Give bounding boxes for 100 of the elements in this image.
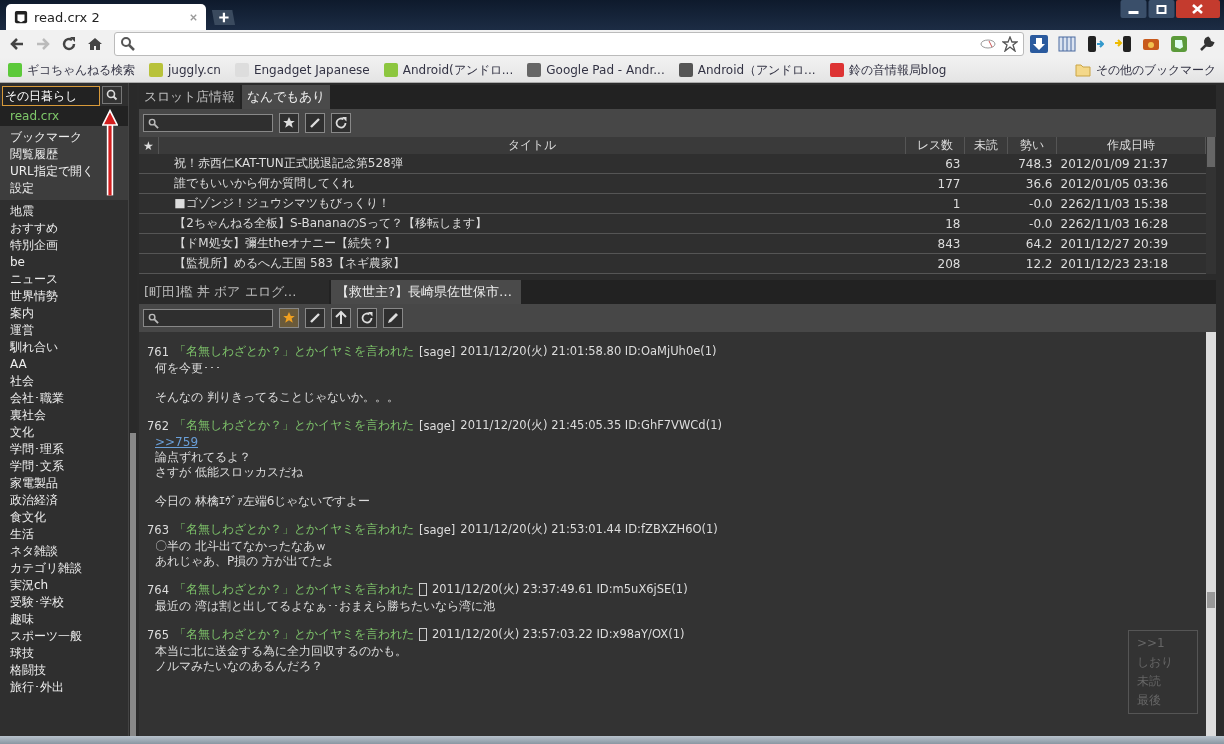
- board-category[interactable]: 旅行･外出: [0, 679, 74, 696]
- table-cell: 64.2: [1025, 236, 1053, 251]
- table-cell: 2011/12/27 20:39: [1060, 236, 1169, 251]
- thread-tab[interactable]: [町田]檻 丼 ボア エログ…: [139, 280, 329, 304]
- board-category[interactable]: 学問･理系: [0, 441, 74, 458]
- phone-icon[interactable]: [1114, 35, 1132, 53]
- board-category[interactable]: 趣味: [0, 611, 44, 628]
- star-button[interactable]: [279, 113, 299, 133]
- board-category[interactable]: 政治経済: [0, 492, 68, 509]
- search-field[interactable]: [143, 309, 273, 327]
- board-category[interactable]: 地震: [0, 203, 44, 220]
- star-button[interactable]: [279, 308, 299, 328]
- column-header[interactable]: ★: [139, 137, 159, 154]
- reload-button[interactable]: [357, 308, 377, 328]
- board-category[interactable]: 社会: [0, 373, 44, 390]
- wrench-icon[interactable]: [1198, 35, 1216, 53]
- board-category[interactable]: 生活: [0, 526, 44, 543]
- download-icon[interactable]: [1030, 35, 1048, 53]
- board-category[interactable]: 格闘技: [0, 662, 56, 679]
- board-category[interactable]: 特別企画: [0, 237, 68, 254]
- reply-link[interactable]: >>759: [155, 435, 198, 449]
- board-category[interactable]: 球技: [0, 645, 44, 662]
- column-header[interactable]: タイトル: [158, 137, 906, 154]
- board-category[interactable]: 世界情勢: [0, 288, 68, 305]
- table-cell: 2012/01/09 21:37: [1060, 156, 1169, 171]
- reload-button[interactable]: [331, 113, 351, 133]
- grid-icon[interactable]: [1058, 35, 1076, 53]
- thread-title[interactable]: 【ドM処女】彌生theオナニー【続失？】: [174, 236, 397, 250]
- bookmark-item[interactable]: Android(アンドロ...: [383, 61, 514, 79]
- column-header[interactable]: レス数: [905, 137, 965, 154]
- board-category[interactable]: 裏社会: [0, 407, 56, 424]
- scrollbar[interactable]: [128, 83, 137, 736]
- app-title[interactable]: read.crx: [0, 106, 128, 126]
- search-field[interactable]: [143, 114, 273, 132]
- bookmark-item[interactable]: Engadget Japanese: [234, 63, 370, 77]
- home-icon[interactable]: [87, 36, 103, 52]
- star-icon[interactable]: [1002, 36, 1018, 52]
- scrollbar[interactable]: [1206, 137, 1216, 274]
- bookmark-item[interactable]: juggly.cn: [149, 63, 221, 77]
- search-field[interactable]: その日暮らし: [2, 86, 100, 106]
- post-number[interactable]: 765: [147, 627, 169, 642]
- bookmark-item[interactable]: Google Pad - Andr...: [527, 63, 665, 77]
- board-tab[interactable]: スロット店情報: [139, 85, 240, 109]
- board-category[interactable]: 実況ch: [0, 577, 59, 594]
- minimize-button[interactable]: [1120, 0, 1147, 18]
- bookmark-item[interactable]: 鈴の音情報局blog: [829, 61, 947, 79]
- table-cell: 748.3: [1018, 156, 1053, 171]
- new-tab-button[interactable]: [210, 9, 236, 26]
- reload-icon[interactable]: [61, 36, 77, 52]
- column-header[interactable]: 勢い: [1007, 137, 1057, 154]
- page-icon: [14, 10, 28, 24]
- board-category[interactable]: ニュース: [0, 271, 68, 288]
- menu-item[interactable]: ブックマーク: [0, 129, 92, 146]
- table-cell: -0.0: [1029, 216, 1053, 231]
- thread-tab[interactable]: 【救世主?】長崎県佐世保市…: [331, 280, 521, 304]
- board-category[interactable]: スポーツ一般: [0, 628, 92, 645]
- column-header[interactable]: 作成日時: [1056, 137, 1206, 154]
- bookmark-item[interactable]: ギコちゃんねる検索: [8, 61, 135, 79]
- post-number[interactable]: 764: [147, 582, 169, 597]
- board-category[interactable]: 文化: [0, 424, 44, 441]
- post-number[interactable]: 762: [147, 418, 169, 433]
- thread-title[interactable]: 誰でもいいから何か質問してくれ: [174, 176, 355, 190]
- thread-title[interactable]: ■ゴゾンジ！ジュウシマツもびっくり！: [174, 196, 390, 210]
- board-category[interactable]: AA: [0, 356, 37, 373]
- browser-tab[interactable]: read.crx 2: [6, 4, 206, 30]
- board-category[interactable]: 運営: [0, 322, 44, 339]
- post-number[interactable]: 761: [147, 344, 169, 359]
- thread-title[interactable]: 【2ちゃんねる全板】S-BananaのSって？【移転します】: [174, 216, 487, 230]
- phone-icon[interactable]: [1086, 35, 1104, 53]
- column-header[interactable]: 未読: [964, 137, 1008, 154]
- close-button[interactable]: [1176, 0, 1220, 18]
- board-category[interactable]: 家電製品: [0, 475, 68, 492]
- bookmark-folder[interactable]: その他のブックマーク: [1075, 61, 1216, 79]
- board-category[interactable]: 案内: [0, 305, 44, 322]
- menu-item[interactable]: 設定: [0, 180, 44, 197]
- board-category[interactable]: ネタ雑談: [0, 543, 68, 560]
- thread-title[interactable]: 祝！赤西仁KAT-TUN正式脱退記念第528弾: [174, 156, 403, 170]
- up-button[interactable]: [331, 308, 351, 328]
- eye-icon[interactable]: [980, 36, 996, 52]
- search-button[interactable]: [102, 86, 122, 104]
- board-category[interactable]: カテゴリ雑談: [0, 560, 92, 577]
- back-icon[interactable]: [9, 36, 25, 52]
- board-tab[interactable]: なんでもあり: [242, 85, 330, 109]
- board-category[interactable]: 会社･職業: [0, 390, 74, 407]
- close-icon[interactable]: [189, 12, 198, 22]
- board-category[interactable]: おすすめ: [0, 220, 68, 237]
- menu-item[interactable]: URL指定で開く: [0, 163, 104, 180]
- pencil-button[interactable]: [383, 308, 403, 328]
- bookmark-item[interactable]: Android（アンドロ...: [678, 61, 816, 79]
- board-category[interactable]: 馴れ合い: [0, 339, 68, 356]
- thread-title[interactable]: 【監視所】めるへん王国 583【ネギ農家】: [174, 256, 405, 270]
- restore-button[interactable]: [1148, 0, 1175, 18]
- board-category[interactable]: 受験･学校: [0, 594, 74, 611]
- post-number[interactable]: 763: [147, 522, 169, 537]
- post-mail: [sage]: [418, 344, 456, 359]
- board-category[interactable]: be: [0, 254, 35, 271]
- scrollbar[interactable]: [1206, 332, 1216, 736]
- board-category[interactable]: 食文化: [0, 509, 56, 526]
- board-category[interactable]: 学問･文系: [0, 458, 74, 475]
- menu-item[interactable]: 閲覧履歴: [0, 146, 68, 163]
